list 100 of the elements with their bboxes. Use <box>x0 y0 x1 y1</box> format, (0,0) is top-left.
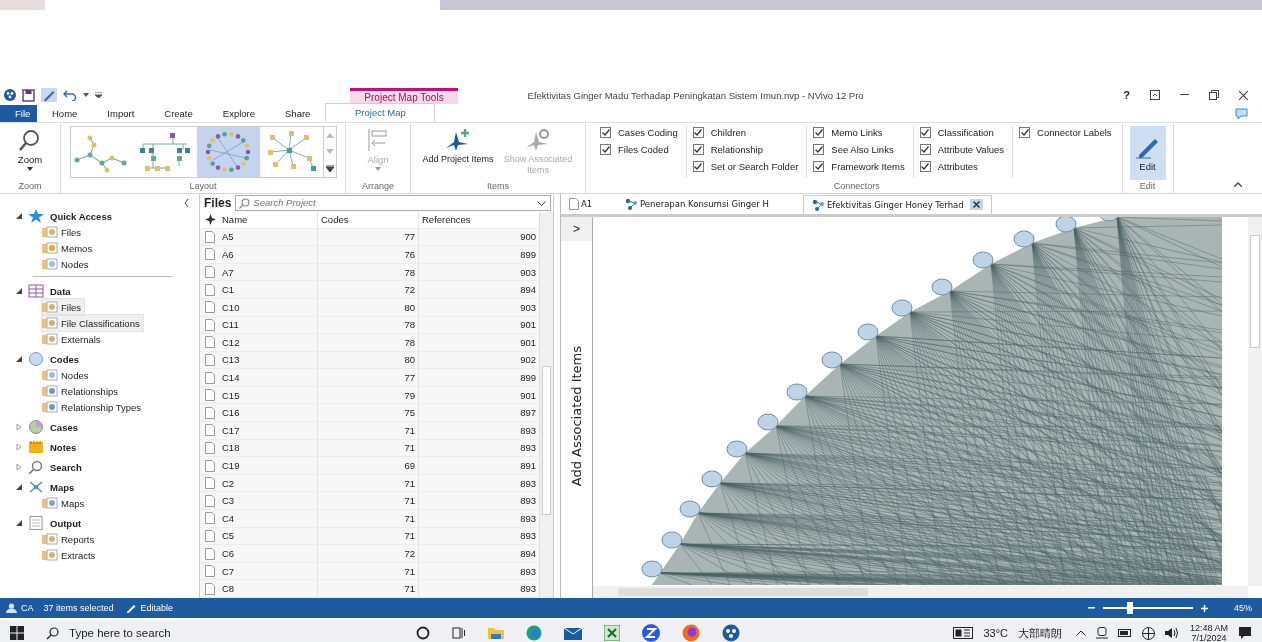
pen-icon[interactable] <box>41 88 57 102</box>
feedback-icon[interactable] <box>1235 108 1248 120</box>
expand-panel-button[interactable]: > <box>561 217 592 241</box>
nav-section-title[interactable]: Search <box>50 461 82 473</box>
nav-item[interactable]: Externals <box>42 331 104 347</box>
windows-start-icon[interactable] <box>10 626 24 640</box>
browser-icon[interactable] <box>526 625 542 641</box>
checkbox-box[interactable] <box>1019 127 1031 138</box>
checkbox-box[interactable] <box>692 127 704 138</box>
slider-thumb[interactable] <box>1127 602 1133 614</box>
column-header[interactable]: Codes <box>318 211 419 228</box>
column-header[interactable]: References <box>419 211 539 228</box>
nav-section-title[interactable]: Output <box>50 517 82 529</box>
document-tab[interactable]: A1 <box>561 195 617 213</box>
nav-item[interactable]: Files <box>42 299 85 315</box>
ribbon-tab[interactable]: Home <box>37 105 93 122</box>
nav-section-title[interactable]: Notes <box>50 441 77 453</box>
save-icon[interactable] <box>22 88 35 102</box>
ribbon-button[interactable]: Add Project Items <box>418 126 498 178</box>
expanded-arrow-icon[interactable] <box>16 520 22 526</box>
expanded-arrow-icon[interactable] <box>16 356 22 362</box>
spreadsheet-icon[interactable] <box>604 625 620 641</box>
checkbox[interactable]: Attribute Values <box>919 143 1005 156</box>
speaker-icon[interactable] <box>1164 627 1180 639</box>
nav-item[interactable]: Extracts <box>42 547 99 563</box>
collapsed-arrow-icon[interactable] <box>16 444 22 450</box>
checkbox-box[interactable] <box>813 144 825 155</box>
nav-section-title[interactable]: Codes <box>50 353 80 365</box>
scrollbar[interactable] <box>1248 217 1262 586</box>
ribbon-tab[interactable]: File <box>0 105 37 122</box>
nav-section-title[interactable]: Cases <box>50 421 78 433</box>
task-view-icon[interactable] <box>452 626 466 640</box>
nav-item[interactable]: Relationships <box>42 383 122 399</box>
caret-icon[interactable] <box>83 93 89 97</box>
close-icon[interactable] <box>1239 90 1248 100</box>
close-icon[interactable] <box>969 199 983 210</box>
checkbox-box[interactable] <box>813 127 825 138</box>
ribbon-tab[interactable]: Share <box>270 105 326 122</box>
chevron-up-icon[interactable] <box>1075 630 1086 636</box>
zoom-in-icon[interactable] <box>1201 604 1208 612</box>
mail-icon[interactable] <box>564 626 582 640</box>
globe-icon[interactable] <box>1141 626 1155 640</box>
column-header[interactable]: Name <box>220 211 318 228</box>
temperature[interactable]: 33°C <box>983 627 1008 639</box>
checkbox[interactable]: Connector Labels <box>1019 126 1112 139</box>
checkbox[interactable]: Set or Search Folder <box>692 160 799 173</box>
expanded-arrow-icon[interactable] <box>16 213 22 219</box>
nav-item[interactable]: Nodes <box>42 256 92 272</box>
zoom-button[interactable]: Zoom <box>14 126 46 173</box>
collapsed-arrow-icon[interactable] <box>16 424 22 430</box>
collapse-pane-icon[interactable] <box>184 199 189 207</box>
expanded-arrow-icon[interactable] <box>16 288 22 294</box>
app-logo-icon[interactable] <box>4 89 16 101</box>
checkbox[interactable]: Framework Items <box>813 160 905 173</box>
checkbox[interactable]: Children <box>692 126 799 139</box>
checkbox[interactable]: Relationship <box>692 143 799 156</box>
checkbox-box[interactable] <box>813 161 825 172</box>
minimize-icon[interactable] <box>1180 94 1189 96</box>
nav-section-title[interactable]: Maps <box>50 481 75 493</box>
ribbon-tab[interactable]: Explore <box>207 105 270 122</box>
undo-icon[interactable] <box>63 89 77 101</box>
checkbox-box[interactable] <box>919 127 931 138</box>
checkbox-box[interactable] <box>919 144 931 155</box>
checkbox-box[interactable] <box>692 144 704 155</box>
meet-icon[interactable] <box>1095 627 1108 639</box>
checkbox[interactable]: See Also Links <box>813 143 905 156</box>
customize-icon[interactable] <box>95 92 102 98</box>
ribbon-display-icon[interactable] <box>1150 90 1160 100</box>
nav-item[interactable]: Maps <box>42 495 88 511</box>
checkbox[interactable]: Files Coded <box>600 143 678 156</box>
weather-widget-icon[interactable] <box>953 627 974 639</box>
checkbox[interactable]: Classification <box>919 126 1005 139</box>
nav-item[interactable]: Memos <box>42 240 96 256</box>
side-panel-title[interactable]: Add Associated Items <box>569 346 584 487</box>
ribbon-tab[interactable]: Create <box>149 105 208 122</box>
nav-item[interactable]: Files <box>42 224 85 240</box>
search-field[interactable]: Search Project <box>235 194 551 211</box>
checkbox[interactable]: Attributes <box>919 160 1005 173</box>
clock-time[interactable]: 12:48 AM <box>1189 623 1228 633</box>
checkbox-box[interactable] <box>919 161 931 172</box>
scrollbar[interactable] <box>539 211 553 598</box>
nav-item[interactable]: Reports <box>42 531 98 547</box>
cortana-icon[interactable] <box>416 626 430 640</box>
collapse-ribbon-icon[interactable] <box>1234 182 1242 187</box>
firefox-icon[interactable] <box>682 624 700 642</box>
expanded-arrow-icon[interactable] <box>16 484 22 490</box>
clock-date[interactable]: 7/1/2024 <box>1191 633 1227 642</box>
checkbox-box[interactable] <box>600 144 611 155</box>
notification-icon[interactable] <box>1238 626 1252 640</box>
restore-icon[interactable] <box>1209 90 1219 100</box>
checkbox[interactable]: Cases Coding <box>600 126 678 139</box>
document-tab[interactable]: Efektivitas Ginger Honey Terhad <box>803 194 992 214</box>
document-tab[interactable]: Penerapan Konsumsi Ginger H <box>617 195 803 213</box>
scrollbar[interactable] <box>593 586 1248 598</box>
help-button[interactable]: ? <box>1123 89 1130 101</box>
checkbox[interactable]: Memo Links <box>813 126 905 139</box>
checkbox-box[interactable] <box>692 161 704 172</box>
video-call-icon[interactable] <box>642 624 660 642</box>
weather-condition[interactable]: 大部晴朗 <box>1017 625 1062 641</box>
network-map-drawing[interactable] <box>641 217 1222 585</box>
